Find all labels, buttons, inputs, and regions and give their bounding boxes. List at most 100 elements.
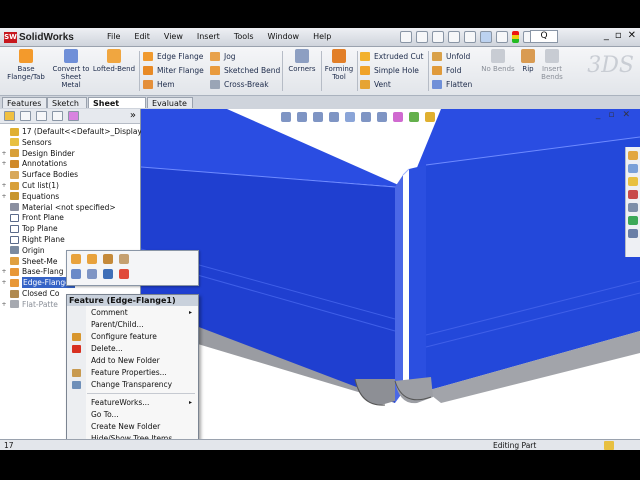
edge-flange-button[interactable]: Edge Flange — [143, 50, 203, 62]
menu-edit[interactable]: Edit — [127, 31, 157, 43]
left-hem[interactable] — [355, 379, 395, 405]
dimxpert-tab-icon[interactable] — [52, 111, 63, 121]
tree-item[interactable]: Right Plane — [0, 234, 65, 245]
new-icon[interactable] — [400, 31, 412, 43]
edit-feature-icon[interactable] — [71, 254, 81, 264]
display-style-icon[interactable] — [361, 112, 371, 122]
zoom-to-area-icon[interactable] — [297, 112, 307, 122]
menu-file[interactable]: File — [100, 31, 127, 43]
hide-icon[interactable] — [103, 269, 113, 279]
feature-manager-tab-icon[interactable] — [4, 111, 15, 121]
custom-properties-icon[interactable] — [628, 229, 638, 238]
solidworks-resources-icon[interactable] — [628, 151, 638, 160]
tree-item[interactable]: Sensors — [0, 137, 52, 148]
appearance-icon[interactable] — [119, 269, 129, 279]
file-explorer-icon[interactable] — [628, 177, 638, 186]
expand-icon[interactable]: + — [0, 158, 8, 169]
rip-button[interactable]: Rip — [518, 49, 538, 73]
tree-item[interactable]: Front Plane — [0, 212, 64, 223]
search-results-icon[interactable] — [628, 190, 638, 199]
rollback-icon[interactable] — [103, 254, 113, 264]
unfold-button[interactable]: Unfold — [432, 50, 470, 62]
tab-sheet-metal[interactable]: Sheet Metal — [88, 97, 146, 119]
base-flange-tab-button[interactable]: Base Flange/Tab — [4, 49, 48, 81]
menu-item[interactable]: Delete... — [67, 343, 198, 355]
tree-item[interactable]: 17 (Default<<Default>_Display St — [0, 126, 152, 137]
menu-item[interactable]: Configure feature — [67, 331, 198, 343]
section-view-icon[interactable] — [329, 112, 339, 122]
tree-item[interactable]: + Base-Flang — [0, 266, 63, 277]
previous-view-icon[interactable] — [313, 112, 323, 122]
lofted-bend-button[interactable]: Lofted-Bend — [92, 49, 136, 73]
apply-scene-icon[interactable] — [409, 112, 419, 122]
tab-features[interactable]: Features — [2, 97, 47, 108]
hide-show-items-icon[interactable] — [377, 112, 387, 122]
tree-item[interactable]: Closed Co — [0, 288, 59, 299]
design-library-icon[interactable] — [628, 164, 638, 173]
menu-tools[interactable]: Tools — [227, 31, 261, 43]
app-logo[interactable]: SW SolidWorks — [4, 30, 74, 44]
viewport-close-button[interactable]: ✕ — [622, 110, 630, 120]
expand-icon[interactable]: + — [0, 299, 8, 310]
print-icon[interactable] — [448, 31, 460, 43]
tree-item[interactable]: Material <not specified> — [0, 202, 116, 213]
convert-to-sheet-metal-button[interactable]: Convert to Sheet Metal — [52, 49, 90, 89]
expand-icon[interactable]: + — [0, 191, 8, 202]
graphics-area[interactable]: _ ▫ ✕ — [141, 109, 640, 439]
insert-bends-button[interactable]: Insert Bends — [538, 49, 566, 81]
menu-item[interactable]: Comment ▸ — [67, 307, 198, 319]
zoom-to-fit-icon[interactable] — [281, 112, 291, 122]
cross-break-button[interactable]: Cross-Break — [210, 78, 269, 90]
viewport-restore-button[interactable]: ▫ — [608, 110, 614, 120]
view-orientation-icon[interactable] — [345, 112, 355, 122]
close-button[interactable]: ✕ — [628, 30, 636, 42]
restore-button[interactable]: ▫ — [615, 30, 622, 42]
menu-item[interactable]: Add to New Folder — [67, 355, 198, 367]
view-palette-icon[interactable] — [628, 203, 638, 212]
select-pointer-icon[interactable] — [480, 31, 492, 43]
edit-sketch-icon[interactable] — [87, 254, 97, 264]
vent-button[interactable]: Vent — [360, 78, 391, 90]
expand-icon[interactable]: + — [0, 266, 8, 277]
menu-help[interactable]: Help — [306, 31, 338, 43]
sketched-bend-button[interactable]: Sketched Bend — [210, 64, 280, 76]
tree-item[interactable]: + Flat-Patte — [0, 299, 57, 310]
expand-icon[interactable]: + — [0, 180, 8, 191]
open-icon[interactable] — [416, 31, 428, 43]
extruded-cut-button[interactable]: Extruded Cut — [360, 50, 423, 62]
minimize-button[interactable]: _ — [604, 30, 609, 42]
fold-button[interactable]: Fold — [432, 64, 461, 76]
tab-evaluate[interactable]: Evaluate — [147, 97, 193, 108]
property-manager-tab-icon[interactable] — [20, 111, 31, 121]
configuration-manager-tab-icon[interactable] — [36, 111, 47, 121]
normal-to-icon[interactable] — [71, 269, 81, 279]
expand-panel-icon[interactable]: » — [130, 109, 136, 122]
tree-item[interactable]: Surface Bodies — [0, 169, 78, 180]
miter-flange-button[interactable]: Miter Flange — [143, 64, 204, 76]
viewport-minimize-button[interactable]: _ — [596, 110, 601, 120]
left-flange-edge[interactable] — [395, 175, 403, 403]
tree-item[interactable]: Origin — [0, 245, 45, 256]
appearances-icon[interactable] — [628, 216, 638, 225]
jog-button[interactable]: Jog — [210, 50, 236, 62]
display-manager-tab-icon[interactable] — [68, 111, 79, 121]
search-button[interactable]: Q — [530, 30, 558, 43]
tab-sketch[interactable]: Sketch — [47, 97, 87, 108]
tree-item[interactable]: + Edge-Flange1 — [0, 277, 76, 289]
menu-item[interactable]: Feature Properties... — [67, 367, 198, 379]
tree-item[interactable]: + Equations — [0, 191, 59, 202]
flatten-button[interactable]: Flatten — [432, 78, 472, 90]
tree-item[interactable]: Sheet-Me — [0, 256, 57, 267]
rebuild-status-icon[interactable] — [604, 441, 614, 450]
simple-hole-button[interactable]: Simple Hole — [360, 64, 419, 76]
expand-icon[interactable]: + — [0, 148, 8, 159]
tree-item[interactable]: + Cut list(1) — [0, 180, 58, 191]
view-settings-icon[interactable] — [425, 112, 435, 122]
undo-icon[interactable] — [464, 31, 476, 43]
menu-item[interactable]: FeatureWorks... ▸ — [67, 397, 198, 409]
save-icon[interactable] — [432, 31, 444, 43]
tree-item[interactable]: Top Plane — [0, 223, 58, 234]
rebuild-icon[interactable] — [496, 31, 508, 43]
menu-window[interactable]: Window — [261, 31, 307, 43]
right-flange-edge[interactable] — [409, 165, 426, 392]
